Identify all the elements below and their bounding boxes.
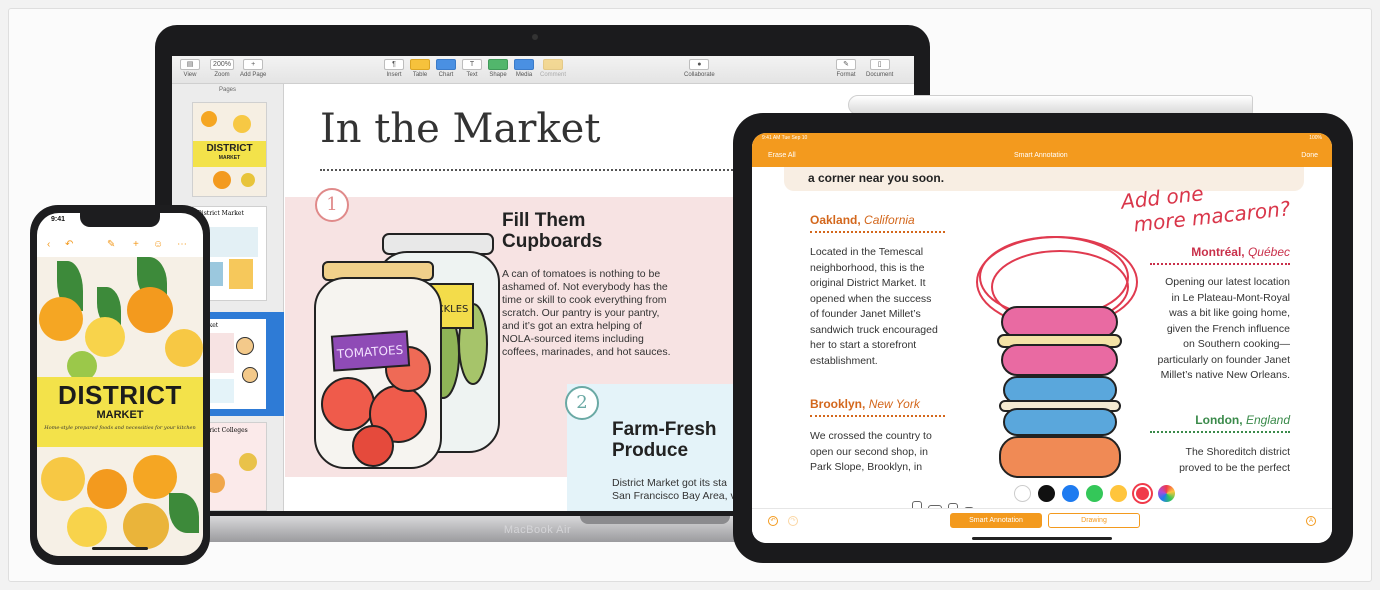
segment-drawing[interactable]: Drawing: [1048, 513, 1140, 528]
jars-illustration: PICKLES TOMATOES: [314, 233, 500, 469]
collaborate-icon: ●: [689, 59, 710, 70]
macaron-stack-illustration: [976, 236, 1138, 478]
cover-tagline: Home-style prepared foods and necessitie…: [44, 425, 196, 431]
ipad-bottom-toolbar: ↶ ↷ Smart Annotation Drawing A: [752, 508, 1332, 543]
chart-icon: [436, 59, 456, 70]
ipad-home-indicator: [972, 537, 1112, 540]
document-title: In the Market: [320, 106, 601, 152]
battery-indicator: 100%: [1309, 135, 1322, 141]
pages-panel-title: Pages: [218, 87, 236, 93]
pages-toolbar: ▤ View 200% Zoom + Add Page ¶ Insert Table C…: [172, 56, 914, 84]
ipad-status-bar: 9:41 AM Tue Sep 10 100%: [752, 133, 1332, 145]
document-cover[interactable]: DISTRICT MARKET Home-style prepared food…: [37, 257, 203, 556]
media-button[interactable]: Media: [514, 59, 534, 78]
brooklyn-heading: Brooklyn, New York: [810, 397, 920, 411]
montreal-heading: Montréal, Québec: [1191, 245, 1290, 259]
color-swatch-white[interactable]: [1014, 485, 1031, 502]
collaborate-icon[interactable]: ☺: [153, 239, 163, 250]
ipad-screen: 9:41 AM Tue Sep 10 100% Erase All Smart …: [752, 133, 1332, 543]
london-body: The Shoreditch district proved to be the…: [1179, 446, 1290, 474]
undo-icon[interactable]: ↶: [65, 239, 73, 250]
section-1-body: A can of tomatoes is nothing to be asham…: [502, 268, 671, 358]
cover-title-banner: DISTRICT MARKET Home-style prepared food…: [37, 377, 203, 447]
shape-button[interactable]: Shape: [488, 59, 508, 78]
page-thumbnail-1[interactable]: DISTRICT MARKET: [192, 102, 267, 197]
cover-title: DISTRICT: [58, 380, 182, 410]
section-1-number: 1: [315, 188, 349, 222]
plus-icon[interactable]: +: [133, 239, 139, 250]
color-swatch-green[interactable]: [1086, 485, 1103, 502]
apple-pencil: [848, 95, 1253, 115]
collaborate-button[interactable]: ● Collaborate: [684, 59, 715, 78]
chart-button[interactable]: Chart: [436, 59, 456, 78]
table-icon: [410, 59, 430, 70]
iphone-toolbar: ‹ ↶ ✎ + ☺ ⋯: [37, 235, 203, 255]
table-button[interactable]: Table: [410, 59, 430, 78]
title-divider: [320, 169, 740, 171]
oakland-heading: Oakland, California: [810, 213, 915, 227]
paragraph-icon: ¶: [384, 59, 404, 70]
color-swatch-black[interactable]: [1038, 485, 1055, 502]
color-swatch-blue[interactable]: [1062, 485, 1079, 502]
sidebar-icon: ▤: [180, 59, 200, 70]
plus-icon: +: [243, 59, 264, 70]
london-heading: London, England: [1195, 413, 1290, 427]
erase-all-button[interactable]: Erase All: [768, 152, 796, 159]
london-divider: [1150, 431, 1290, 433]
oakland-divider: [810, 231, 945, 233]
segment-smart-annotation[interactable]: Smart Annotation: [950, 513, 1042, 528]
color-picker-wheel[interactable]: [1158, 485, 1175, 502]
text-button[interactable]: T Text: [462, 59, 482, 78]
section-2-number: 2: [565, 386, 599, 420]
section-2-heading: Farm-Fresh Produce: [612, 419, 717, 461]
iphone-notch: [80, 213, 160, 227]
macbook-camera: [532, 34, 538, 40]
annotated-document[interactable]: a corner near you soon. Add one more mac…: [752, 167, 1332, 531]
back-chevron-icon[interactable]: ‹: [47, 239, 50, 250]
color-swatch-yellow[interactable]: [1110, 485, 1127, 502]
add-page-button[interactable]: + Add Page: [240, 59, 266, 78]
comment-icon: [543, 59, 563, 70]
document-icon: ▯: [869, 59, 890, 70]
brooklyn-body: We crossed the country to open our secon…: [810, 430, 932, 473]
paintbrush-icon: ✎: [836, 59, 856, 70]
iphone-status-time: 9:41: [51, 216, 66, 223]
cover-subtitle: MARKET: [96, 409, 144, 421]
paintbrush-icon[interactable]: ✎: [107, 239, 115, 250]
document-button[interactable]: ▯ Document: [866, 59, 893, 78]
section-1-heading: Fill Them Cupboards: [502, 210, 603, 252]
undo-icon[interactable]: ↶: [768, 516, 778, 526]
iphone-home-indicator: [92, 547, 148, 550]
brooklyn-divider: [810, 415, 945, 417]
text-icon: T: [462, 59, 482, 70]
redo-icon[interactable]: ↷: [788, 516, 798, 526]
montreal-divider: [1150, 263, 1290, 265]
section-2-body: District Market got its sta San Francisc…: [612, 477, 736, 502]
comment-button[interactable]: Comment: [540, 59, 566, 78]
ipad-nav-bar: Erase All Smart Annotation Done: [752, 145, 1332, 167]
view-button[interactable]: ▤ View: [180, 59, 200, 78]
pencil-settings-icon[interactable]: A: [1306, 516, 1316, 526]
media-icon: [514, 59, 534, 70]
more-icon[interactable]: ⋯: [177, 239, 187, 250]
format-button[interactable]: ✎ Format: [836, 59, 856, 78]
zoom-button[interactable]: 200% Zoom: [210, 59, 234, 78]
shape-icon: [488, 59, 508, 70]
montreal-body: Opening our latest location in Le Platea…: [1157, 276, 1291, 381]
oakland-body: Located in the Temescal neighborhood, th…: [810, 246, 938, 367]
ipad-nav-title: Smart Annotation: [1014, 152, 1068, 159]
done-button[interactable]: Done: [1301, 152, 1318, 159]
iphone-screen: 9:41 ‹ ↶ ✎ + ☺ ⋯ DISTRICT MARKET Home-st…: [37, 213, 203, 556]
color-swatch-red-selected[interactable]: [1134, 485, 1151, 502]
insert-button[interactable]: ¶ Insert: [384, 59, 404, 78]
